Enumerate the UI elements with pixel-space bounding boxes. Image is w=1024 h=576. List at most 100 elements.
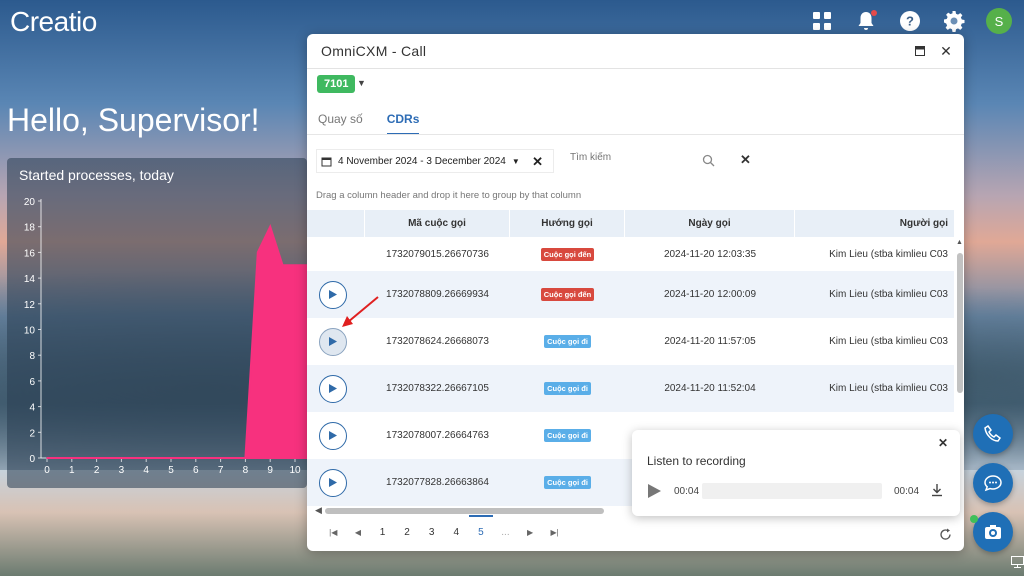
table-row[interactable]: 1732078322.26667105 Cuộc gọi đi 2024-11-…	[307, 365, 954, 412]
page-link[interactable]: 1	[370, 527, 395, 538]
x-tick-label: 5	[168, 465, 174, 476]
help-icon[interactable]: ?	[898, 9, 922, 33]
header-caller[interactable]: Người gọi	[795, 210, 954, 237]
x-tick-label: 0	[44, 465, 50, 476]
chart-canvas: 0246810121416182001234567891011	[24, 197, 307, 476]
call-id: 1732079015.26670736	[386, 248, 489, 260]
duration: 00:04	[894, 486, 920, 497]
play-recording-button[interactable]	[319, 374, 347, 403]
call-id: 1732078007.26664763	[386, 430, 489, 441]
tab-dial[interactable]: Quay số	[318, 112, 363, 135]
caller-name: Kim Lieu (stba kimlieu C03	[829, 336, 948, 347]
agent-status-button[interactable]	[973, 512, 1013, 552]
camera-icon	[985, 525, 1001, 539]
listen-title: Listen to recording	[647, 454, 746, 468]
y-tick-label: 2	[29, 428, 35, 439]
data-point	[71, 457, 73, 459]
call-id: 1732078624.26668073	[386, 336, 489, 347]
x-tick-label: 4	[143, 465, 149, 476]
x-tick-label: 7	[218, 465, 224, 476]
bell-icon[interactable]	[854, 9, 878, 33]
play-icon	[329, 384, 337, 393]
page-link[interactable]: 4	[444, 527, 469, 538]
call-id: 1732077828.26663864	[386, 477, 489, 488]
call-date: 2024-11-20 11:57:05	[664, 336, 756, 347]
dialog-title: OmniCXM - Call	[321, 43, 427, 59]
search-icon[interactable]	[702, 154, 715, 167]
creatio-logo[interactable]: Creatio	[10, 6, 97, 38]
header-direction[interactable]: Hướng gọi	[510, 210, 625, 237]
date-range-filter[interactable]: 4 November 2024 - 3 December 2024 ▼ ✕	[316, 149, 554, 173]
table-row[interactable]: 1732079015.26670736 Cuộc gọi đến 2024-11…	[307, 237, 954, 271]
chevron-down-icon[interactable]: ▼	[357, 78, 366, 88]
play-recording-button[interactable]	[319, 421, 347, 450]
online-status-dot	[970, 515, 978, 523]
page-link-current[interactable]: 5	[468, 515, 494, 538]
data-point	[95, 457, 98, 459]
notification-dot	[871, 10, 877, 16]
direction-badge: Cuộc gọi đi	[544, 476, 591, 489]
scroll-up-icon[interactable]: ▲	[956, 239, 963, 246]
table-row[interactable]: 1732078809.26669934 Cuộc gọi đến 2024-11…	[307, 271, 954, 318]
call-id: 1732078809.26669934	[386, 289, 489, 300]
data-point	[46, 457, 48, 459]
play-icon[interactable]	[647, 484, 661, 498]
scroll-thumb[interactable]	[957, 253, 963, 393]
pagination: |◀ ◀ 1 2 3 4 5 ... ▶ ▶|	[321, 515, 567, 538]
play-recording-button[interactable]	[319, 468, 347, 497]
extension-badge[interactable]: 7101	[317, 75, 356, 93]
y-tick-label: 16	[24, 248, 36, 259]
clear-date-icon[interactable]: ✕	[532, 154, 543, 170]
download-icon[interactable]	[930, 483, 944, 497]
close-icon[interactable]: ✕	[938, 436, 948, 450]
next-page-icon[interactable]: ▶	[518, 528, 543, 537]
monitor-icon[interactable]	[1011, 556, 1024, 568]
phone-icon	[984, 424, 1002, 442]
y-tick-label: 0	[29, 454, 35, 465]
scroll-thumb[interactable]	[325, 508, 604, 514]
direction-badge: Cuộc gọi đi	[544, 335, 591, 348]
audio-progress-bar[interactable]	[702, 483, 882, 499]
refresh-icon[interactable]	[939, 528, 952, 541]
gear-icon[interactable]	[942, 9, 966, 33]
play-icon	[329, 337, 337, 346]
y-tick-label: 4	[29, 403, 35, 414]
x-tick-label: 8	[243, 465, 249, 476]
search-input[interactable]	[570, 152, 710, 163]
listen-recording-popup: ✕ Listen to recording 00:04 00:04	[632, 430, 960, 516]
data-point	[244, 457, 247, 459]
tab-cdrs[interactable]: CDRs	[386, 112, 420, 135]
page-link[interactable]: 2	[395, 527, 420, 538]
apps-grid-icon[interactable]	[810, 9, 834, 33]
play-cell	[307, 365, 365, 412]
table-row[interactable]: 1732078624.26668073 Cuộc gọi đi 2024-11-…	[307, 318, 954, 365]
maximize-icon[interactable]	[912, 43, 928, 59]
caller-name: Kim Lieu (stba kimlieu C03	[829, 289, 948, 300]
started-processes-chart: Started processes, today 0 2 4 6 8 10 12 14 16 18…	[7, 158, 307, 488]
divider	[307, 134, 964, 135]
close-icon[interactable]: ✕	[938, 43, 954, 59]
header-date[interactable]: Ngày gọi	[625, 210, 795, 237]
chat-button[interactable]	[973, 463, 1013, 503]
avatar[interactable]: S	[986, 8, 1012, 34]
chevron-down-icon[interactable]: ▼	[512, 157, 520, 166]
call-date: 2024-11-20 12:03:35	[663, 248, 757, 260]
header-call-id[interactable]: Mã cuộc gọi	[365, 210, 510, 237]
direction-cell: Cuộc gọi đến	[510, 271, 625, 318]
call-date: 2024-11-20 12:00:09	[663, 289, 757, 300]
y-tick-label: 12	[24, 300, 36, 311]
page-link[interactable]: 3	[419, 527, 444, 538]
filter-bar: 4 November 2024 - 3 December 2024 ▼ ✕ ✕	[316, 149, 956, 173]
last-page-icon[interactable]: ▶|	[542, 528, 567, 537]
direction-cell: Cuộc gọi đến	[510, 237, 625, 271]
y-tick-label: 14	[24, 274, 36, 285]
first-page-icon[interactable]: |◀	[321, 528, 346, 537]
prev-page-icon[interactable]: ◀	[346, 528, 371, 537]
caller-name: Kim Lieu (stba kimlieu C03	[829, 383, 948, 394]
call-id: 1732078322.26667105	[386, 383, 489, 394]
scroll-left-icon[interactable]: ◀	[315, 505, 322, 516]
clear-search-icon[interactable]: ✕	[740, 152, 751, 168]
vertical-scrollbar[interactable]: ▲	[956, 239, 964, 399]
phone-button[interactable]	[973, 414, 1013, 454]
play-recording-button[interactable]	[319, 327, 347, 356]
